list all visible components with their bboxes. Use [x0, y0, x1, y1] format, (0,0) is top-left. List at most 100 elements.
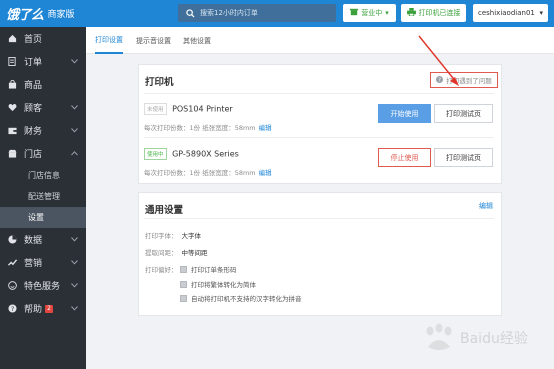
wallet-icon — [7, 126, 17, 136]
printer-meta: 每次打印份数：1份 纸张宽度：58mm 编辑 — [144, 167, 494, 177]
preference-label: 打印将繁体转化为简体 — [191, 281, 256, 289]
setting-label: 打印字体： — [145, 232, 178, 240]
printer-status-button[interactable]: 打印机已连接 — [401, 4, 466, 22]
print-test-page-button[interactable]: 打印测试页 — [434, 104, 493, 123]
smile-icon — [7, 281, 17, 291]
setting-value: 大字体 — [181, 232, 202, 240]
chevron-down-icon — [70, 281, 78, 289]
print-preference-label: 打印偏好： — [145, 266, 178, 274]
svg-text:?: ? — [10, 306, 13, 313]
sidebar-item-label: 数据 — [24, 236, 43, 246]
stop-use-button[interactable]: 停止使用 — [378, 148, 431, 167]
sidebar-item-customers[interactable]: 顾客 — [0, 96, 86, 119]
sidebar-item-special[interactable]: 特色服务 — [0, 274, 86, 297]
sidebar-subitem-settings[interactable]: 设置 — [0, 207, 86, 228]
print-font-setting: 打印字体： 大字体 — [145, 230, 201, 240]
sidebar-item-orders[interactable]: 订单 — [0, 50, 86, 73]
printer-status-tag: 使用中 — [144, 148, 167, 160]
pie-icon — [7, 235, 17, 245]
question-icon: ? — [436, 75, 444, 85]
printer-icon — [406, 8, 416, 18]
printer-status-label: 打印机已连接 — [418, 9, 461, 17]
setting-label: 提取间距： — [145, 249, 178, 257]
preference-label: 自动将打印机不支持的汉字转化为拼音 — [191, 295, 302, 303]
sidebar-item-label: 营销 — [24, 259, 43, 269]
sidebar: 首页 订单 商品 顾客 财务 门店 门店信息 配送管理 设置 数据 营销 特色服… — [0, 27, 86, 369]
printer-status-tag: 未使用 — [144, 103, 167, 115]
sidebar-item-label: 特色服务 — [24, 282, 61, 292]
watermark-text: Baidu经验 — [460, 331, 528, 347]
tab-print-settings[interactable]: 打印设置 — [95, 27, 123, 54]
general-settings-edit-link[interactable]: 编辑 — [479, 201, 493, 211]
start-use-button[interactable]: 开始使用 — [378, 104, 431, 123]
sidebar-item-finance[interactable]: 财务 — [0, 119, 86, 142]
sidebar-item-help[interactable]: ? 帮助 2 — [0, 297, 86, 320]
logo[interactable]: 饿了么 商家版 — [6, 4, 75, 23]
sidebar-item-label: 帮助 — [24, 305, 43, 315]
preference-option[interactable]: 打印订单条形码 — [180, 264, 237, 274]
help-label: 打印遇到了问题 — [446, 77, 492, 85]
paw-icon — [426, 323, 452, 350]
setting-value: 中等间距 — [181, 249, 208, 257]
sidebar-subitem-delivery[interactable]: 配送管理 — [0, 186, 86, 207]
sidebar-item-home[interactable]: 首页 — [0, 27, 86, 50]
checkbox[interactable] — [180, 265, 187, 273]
chevron-down-icon — [70, 103, 78, 111]
home-icon — [7, 34, 17, 44]
top-bar: 饿了么 商家版 营业中 ▾ 打印机已连接 ceshixiaodian01 ▾ — [0, 0, 554, 27]
help-icon: ? — [7, 304, 17, 314]
sidebar-item-label: 顾客 — [24, 104, 43, 114]
store-icon — [7, 149, 17, 159]
print-spacing-setting: 提取间距： 中等间距 — [145, 247, 208, 257]
printer-card-title: 打印机 — [145, 77, 174, 88]
sidebar-item-marketing[interactable]: 营销 — [0, 251, 86, 274]
heart-icon — [7, 103, 17, 113]
checkbox[interactable] — [180, 280, 187, 288]
logo-subtitle: 商家版 — [47, 9, 75, 20]
shop-icon — [350, 8, 359, 18]
logo-text: 饿了么 — [6, 7, 44, 23]
preference-label: 打印订单条形码 — [191, 266, 237, 274]
printer-meta: 每次打印份数：1份 纸张宽度：58mm 编辑 — [144, 122, 494, 132]
preference-option[interactable]: 自动将打印机不支持的汉字转化为拼音 — [180, 293, 302, 303]
printer-edit-link[interactable]: 编辑 — [259, 169, 272, 177]
printer-help-link[interactable]: ? 打印遇到了问题 — [430, 72, 498, 88]
business-status-button[interactable]: 营业中 ▾ — [343, 4, 396, 22]
printer-meta-text: 每次打印份数：1份 纸张宽度：58mm — [144, 169, 256, 177]
chevron-down-icon — [70, 304, 78, 312]
sidebar-item-products[interactable]: 商品 — [0, 73, 86, 96]
document-icon — [7, 57, 17, 67]
chevron-down-icon: ▾ — [385, 9, 389, 17]
watermark-logo: Baidu经验 — [422, 318, 546, 358]
tab-other-settings[interactable]: 其他设置 — [183, 27, 211, 54]
settings-tabs: 打印设置 提示音设置 其他设置 — [86, 27, 554, 54]
checkbox[interactable] — [180, 294, 187, 302]
sidebar-item-label: 门店 — [24, 150, 43, 160]
sidebar-item-label: 商品 — [24, 81, 43, 91]
divider — [144, 93, 494, 94]
user-menu[interactable]: ceshixiaodian01 ▾ — [473, 4, 548, 22]
chevron-down-icon: ▾ — [539, 9, 543, 17]
divider — [144, 218, 494, 219]
printer-edit-link[interactable]: 编辑 — [259, 124, 272, 132]
tab-sound-settings[interactable]: 提示音设置 — [136, 27, 171, 54]
chevron-down-icon — [70, 126, 78, 134]
bag-icon — [7, 80, 17, 90]
order-search[interactable] — [178, 4, 336, 22]
business-status-label: 营业中 — [361, 9, 383, 17]
chevron-down-icon — [70, 258, 78, 266]
sidebar-item-store[interactable]: 门店 — [0, 142, 86, 165]
search-input[interactable] — [200, 9, 320, 17]
printer-name: GP-5890X Series — [172, 149, 239, 159]
sidebar-item-data[interactable]: 数据 — [0, 228, 86, 251]
printer-meta-text: 每次打印份数：1份 纸张宽度：58mm — [144, 124, 256, 132]
chevron-up-icon — [70, 149, 78, 157]
print-test-page-button[interactable]: 打印测试页 — [434, 148, 493, 167]
svg-text:?: ? — [438, 77, 441, 82]
preference-option[interactable]: 打印将繁体转化为简体 — [180, 279, 256, 289]
notification-badge: 2 — [45, 304, 54, 313]
sidebar-subitem-store-info[interactable]: 门店信息 — [0, 165, 86, 186]
general-settings-title: 通用设置 — [145, 205, 184, 216]
chevron-down-icon — [70, 57, 78, 65]
username: ceshixiaodian01 — [478, 9, 535, 17]
